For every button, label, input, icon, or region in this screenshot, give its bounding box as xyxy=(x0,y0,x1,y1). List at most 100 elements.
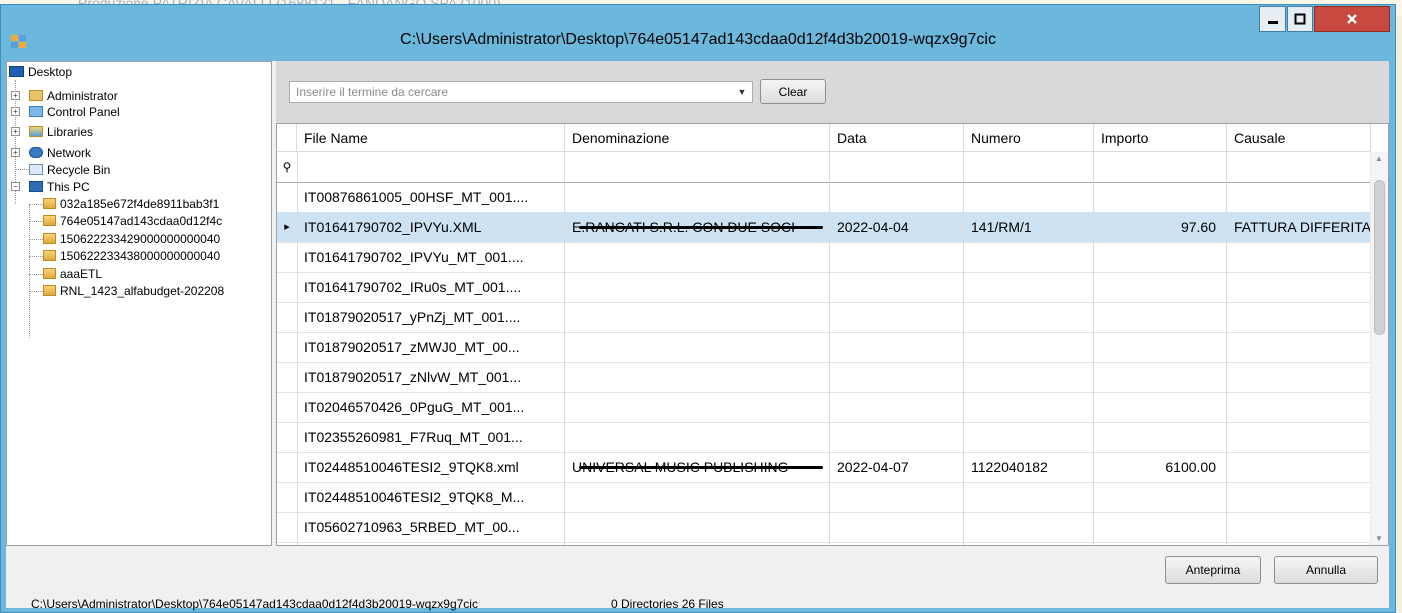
cell-numero[interactable] xyxy=(964,512,1094,542)
filter-cell[interactable] xyxy=(1094,152,1227,182)
files-grid[interactable]: File Name Denominazione Data Numero Impo… xyxy=(276,123,1389,546)
table-row[interactable]: IT02355260981_F7Ruq_MT_001... xyxy=(277,422,1371,453)
cell-importo[interactable] xyxy=(1094,512,1227,542)
tree-item-network[interactable]: Network xyxy=(29,146,91,160)
cell-numero[interactable] xyxy=(964,482,1094,512)
tree-item-folder-current[interactable]: 764e05147ad143cdaa0d12f4c xyxy=(43,214,222,228)
cell-denominazione[interactable] xyxy=(565,422,830,452)
row-header[interactable] xyxy=(277,302,298,332)
table-row-selected[interactable]: ▸ IT01641790702_IPVYu.XML E.RANCATI S.R.L.… xyxy=(277,212,1371,243)
filter-row[interactable]: ⚲ xyxy=(277,152,1371,183)
row-header[interactable] xyxy=(277,452,298,482)
tree-item-folder[interactable]: 032a185e672f4de8911bab3f1 xyxy=(43,197,219,211)
cancel-button[interactable]: Annulla xyxy=(1274,556,1378,584)
row-header[interactable] xyxy=(277,242,298,272)
tree-item-folder[interactable]: RNL_1423_alfabudget-202208 xyxy=(43,284,224,298)
cell-file-name[interactable]: IT01879020517_yPnZj_MT_001.... xyxy=(297,302,565,332)
row-header[interactable] xyxy=(277,392,298,422)
table-row[interactable]: IT02448510046TESI2_9TQK8.xml UNIVERSAL MU… xyxy=(277,452,1371,483)
table-row[interactable]: IT05602710963_5RC7B_MT_001... xyxy=(277,542,1371,545)
filter-cell[interactable] xyxy=(830,152,964,182)
maximize-button[interactable] xyxy=(1287,6,1313,32)
cell-numero[interactable] xyxy=(964,362,1094,392)
table-row[interactable]: IT01879020517_zNlvW_MT_001... xyxy=(277,362,1371,393)
cell-denominazione[interactable] xyxy=(565,362,830,392)
cell-data[interactable] xyxy=(830,512,964,542)
cell-denominazione[interactable] xyxy=(565,302,830,332)
filter-cell[interactable] xyxy=(565,152,830,182)
table-row[interactable]: IT01641790702_IRu0s_MT_001.... xyxy=(277,272,1371,303)
cell-importo[interactable] xyxy=(1094,422,1227,452)
cell-causale[interactable] xyxy=(1227,452,1371,482)
row-header[interactable] xyxy=(277,422,298,452)
cell-file-name[interactable]: IT01641790702_IPVYu.XML xyxy=(297,212,565,242)
column-header-numero[interactable]: Numero xyxy=(964,124,1094,152)
cell-data[interactable] xyxy=(830,272,964,302)
cell-data[interactable] xyxy=(830,362,964,392)
cell-causale[interactable] xyxy=(1227,392,1371,422)
cell-file-name[interactable]: IT01641790702_IRu0s_MT_001.... xyxy=(297,272,565,302)
cell-importo[interactable] xyxy=(1094,362,1227,392)
cell-denominazione[interactable] xyxy=(565,272,830,302)
collapse-icon[interactable]: − xyxy=(11,182,20,191)
cell-numero[interactable] xyxy=(964,542,1094,545)
expand-icon[interactable]: + xyxy=(11,91,20,100)
cell-causale[interactable] xyxy=(1227,482,1371,512)
column-header-file-name[interactable]: File Name xyxy=(297,124,565,152)
tree-item-folder[interactable]: 150622233429000000000040 xyxy=(43,232,220,246)
cell-causale[interactable] xyxy=(1227,272,1371,302)
cell-numero[interactable] xyxy=(964,392,1094,422)
tree-item-this-pc[interactable]: This PC xyxy=(29,180,90,194)
cell-file-name[interactable]: IT02046570426_0PguG_MT_001... xyxy=(297,392,565,422)
table-row[interactable]: IT01879020517_zMWJ0_MT_00... xyxy=(277,332,1371,363)
title-bar[interactable]: C:\Users\Administrator\Desktop\764e05147… xyxy=(1,5,1395,61)
column-header-causale[interactable]: Causale xyxy=(1227,124,1371,152)
cell-importo[interactable] xyxy=(1094,182,1227,212)
cell-numero[interactable] xyxy=(964,272,1094,302)
filter-cell[interactable] xyxy=(297,152,565,182)
cell-denominazione[interactable] xyxy=(565,332,830,362)
cell-causale[interactable] xyxy=(1227,542,1371,545)
table-row[interactable]: IT05602710963_5RBED_MT_00... xyxy=(277,512,1371,543)
cell-denominazione[interactable] xyxy=(565,542,830,545)
cell-denominazione[interactable] xyxy=(565,392,830,422)
cell-file-name[interactable]: IT05602710963_5RC7B_MT_001... xyxy=(297,542,565,545)
cell-denominazione[interactable] xyxy=(565,482,830,512)
current-row-indicator-icon[interactable]: ▸ xyxy=(277,212,298,242)
tree-item-desktop[interactable]: Desktop xyxy=(9,65,72,79)
cell-data[interactable]: 2022-04-04 xyxy=(830,212,964,242)
tree-item-control-panel[interactable]: Control Panel xyxy=(29,105,120,119)
cell-causale[interactable]: FATTURA DIFFERITA xyxy=(1227,212,1371,242)
tree-item-folder[interactable]: 150622233438000000000040 xyxy=(43,249,220,263)
cell-data[interactable] xyxy=(830,482,964,512)
cell-denominazione[interactable] xyxy=(565,242,830,272)
filter-cell[interactable] xyxy=(964,152,1094,182)
cell-numero[interactable]: 1122040182 xyxy=(964,452,1094,482)
cell-causale[interactable] xyxy=(1227,182,1371,212)
cell-importo[interactable] xyxy=(1094,272,1227,302)
dropdown-arrow-icon[interactable]: ▼ xyxy=(736,86,748,98)
cell-causale[interactable] xyxy=(1227,422,1371,452)
scroll-up-arrow-icon[interactable]: ▲ xyxy=(1374,154,1384,163)
cell-data[interactable] xyxy=(830,392,964,422)
cell-importo[interactable] xyxy=(1094,242,1227,272)
minimize-button[interactable] xyxy=(1259,6,1286,32)
cell-causale[interactable] xyxy=(1227,362,1371,392)
vertical-scrollbar[interactable]: ▲ ▼ xyxy=(1370,152,1388,545)
close-button[interactable] xyxy=(1314,6,1390,32)
cell-file-name[interactable]: IT02448510046TESI2_9TQK8_M... xyxy=(297,482,565,512)
tree-item-libraries[interactable]: Libraries xyxy=(29,125,93,139)
cell-data[interactable] xyxy=(830,182,964,212)
folder-tree[interactable]: Desktop + Administrator + Control Panel … xyxy=(6,61,272,546)
table-row[interactable]: IT02448510046TESI2_9TQK8_M... xyxy=(277,482,1371,513)
cell-numero[interactable] xyxy=(964,422,1094,452)
clear-button[interactable]: Clear xyxy=(760,79,826,104)
search-input[interactable] xyxy=(290,82,732,102)
cell-numero[interactable] xyxy=(964,242,1094,272)
cell-data[interactable] xyxy=(830,242,964,272)
preview-button[interactable]: Anteprima xyxy=(1165,556,1261,584)
row-header[interactable] xyxy=(277,182,298,212)
cell-numero[interactable] xyxy=(964,332,1094,362)
expand-icon[interactable]: + xyxy=(11,148,20,157)
cell-importo[interactable] xyxy=(1094,332,1227,362)
